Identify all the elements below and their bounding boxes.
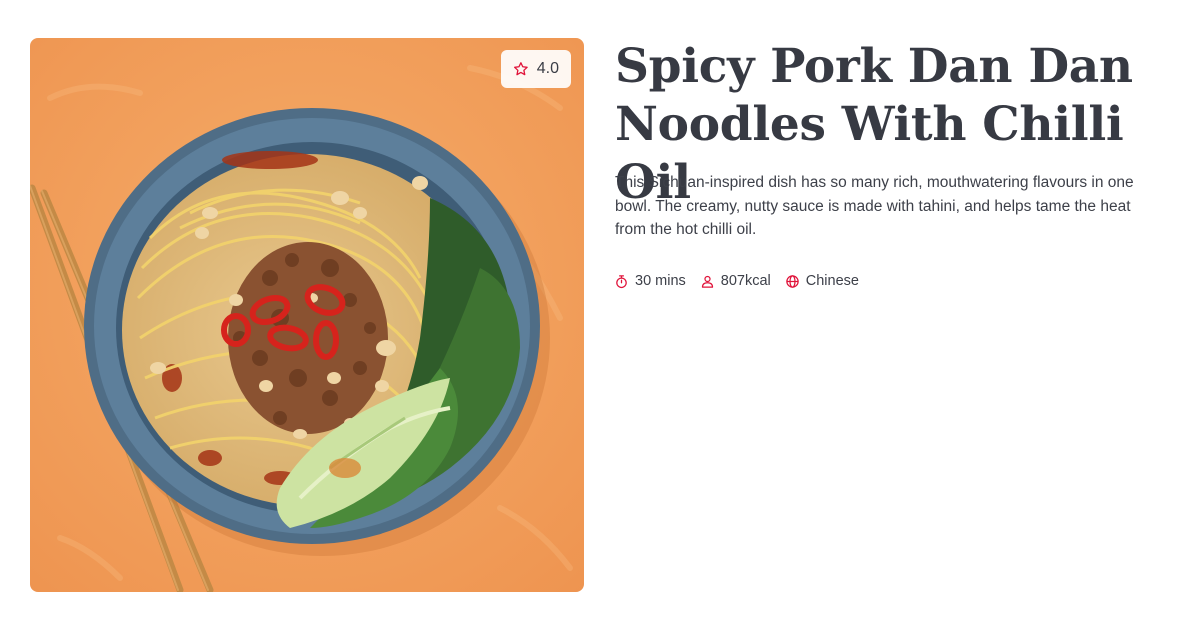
cook-time-label: 30 mins	[635, 273, 686, 289]
cook-time: 30 mins	[614, 273, 686, 289]
globe-icon	[786, 274, 799, 288]
noodle-bowl-photo	[30, 38, 584, 592]
recipe-description: This Sichuan-inspired dish has so many r…	[615, 174, 1134, 238]
rating-badge: 4.0	[501, 50, 571, 88]
calories-label: 807kcal	[720, 273, 771, 289]
recipe-meta: 30 mins 807kcal Chinese	[614, 273, 859, 289]
person-icon	[701, 275, 713, 288]
cuisine: Chinese	[785, 273, 859, 289]
recipe-image[interactable]	[30, 38, 584, 592]
stopwatch-icon	[616, 274, 627, 288]
cuisine-label: Chinese	[805, 273, 859, 289]
rating-value: 4.0	[536, 60, 559, 77]
calories: 807kcal	[700, 273, 771, 289]
star-icon	[513, 62, 528, 76]
